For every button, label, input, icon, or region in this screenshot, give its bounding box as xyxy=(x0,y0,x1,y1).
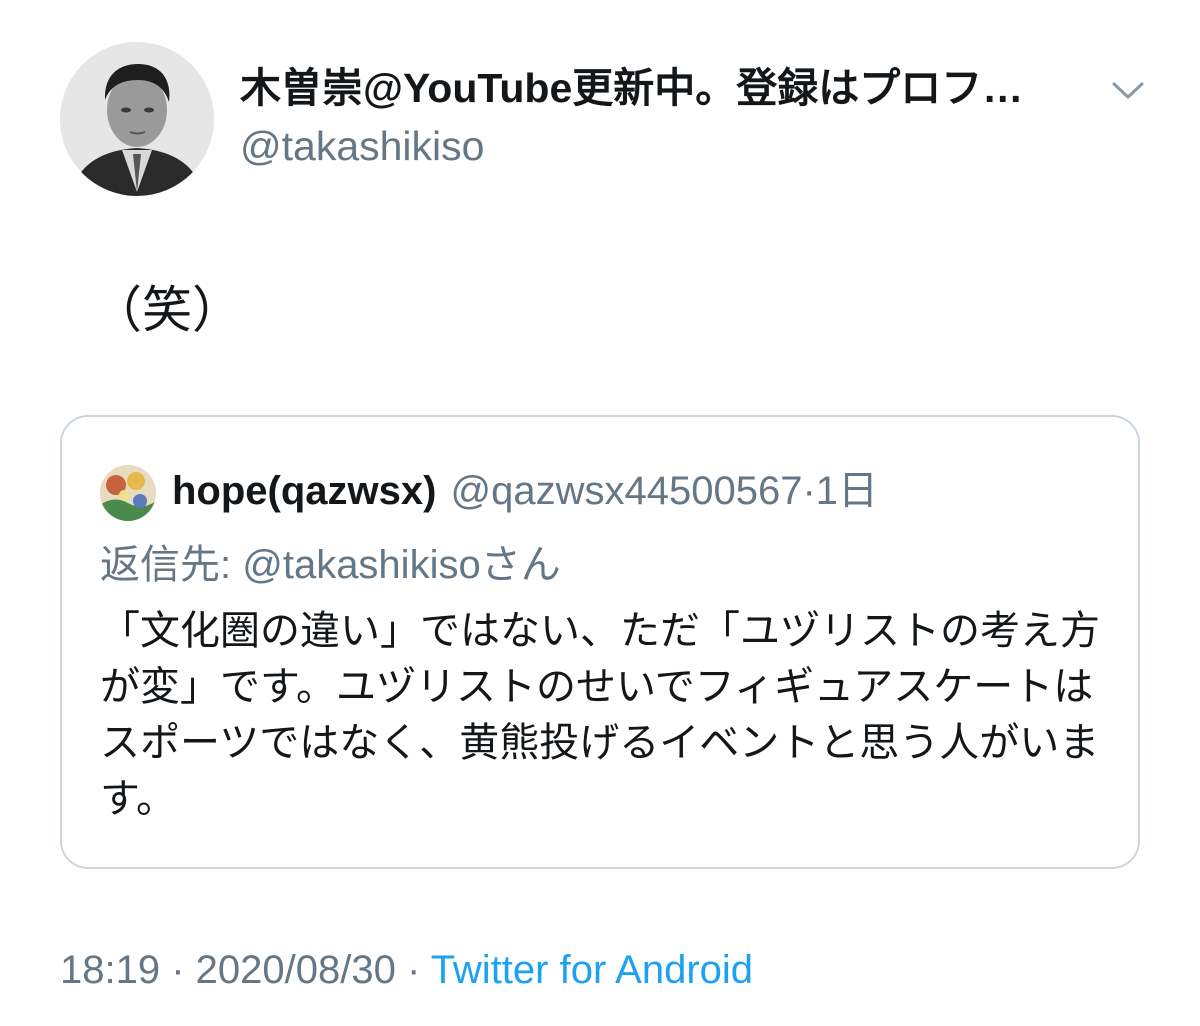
chevron-down-icon xyxy=(1112,82,1144,99)
tweet-source-link[interactable]: Twitter for Android xyxy=(431,948,753,992)
quoted-author-avatar xyxy=(100,465,156,521)
tweet-meta: 18:19 · 2020/08/30 · Twitter for Android xyxy=(60,940,753,1000)
quoted-tweet-time[interactable]: 1日 xyxy=(816,469,878,513)
author-avatar[interactable] xyxy=(60,42,214,196)
meta-separator: · xyxy=(395,948,431,992)
tweet-time: 18:19 xyxy=(60,948,161,992)
author-handle[interactable]: @takashikiso xyxy=(240,118,484,174)
illustration-avatar-icon xyxy=(100,465,156,521)
quoted-author-handle[interactable]: @qazwsx44500567 xyxy=(450,469,802,513)
header-separator: · xyxy=(802,469,816,513)
user-photo-avatar xyxy=(60,42,214,196)
reply-to-label: 返信先: @takashikisoさん xyxy=(100,543,561,587)
quoted-author-name[interactable]: hope(qazwsx) xyxy=(172,469,436,513)
quoted-tweet-header: hope(qazwsx) @qazwsx44500567·1日 xyxy=(172,461,878,521)
author-display-name[interactable]: 木曽崇@YouTube更新中。登録はプロフ… xyxy=(240,58,1090,118)
tweet-menu-button[interactable] xyxy=(1108,70,1148,110)
tweet-text: （笑） xyxy=(92,282,242,338)
quoted-tweet-card[interactable]: hope(qazwsx) @qazwsx44500567·1日 返信先: @tak… xyxy=(60,415,1140,869)
tweet-date: 2020/08/30 xyxy=(195,948,396,992)
quoted-tweet-text: 「文化圏の違い」ではない、ただ「ユヅリストの考え方が変」です。ユヅリストのせいで… xyxy=(100,609,1100,821)
meta-separator: · xyxy=(160,948,196,992)
